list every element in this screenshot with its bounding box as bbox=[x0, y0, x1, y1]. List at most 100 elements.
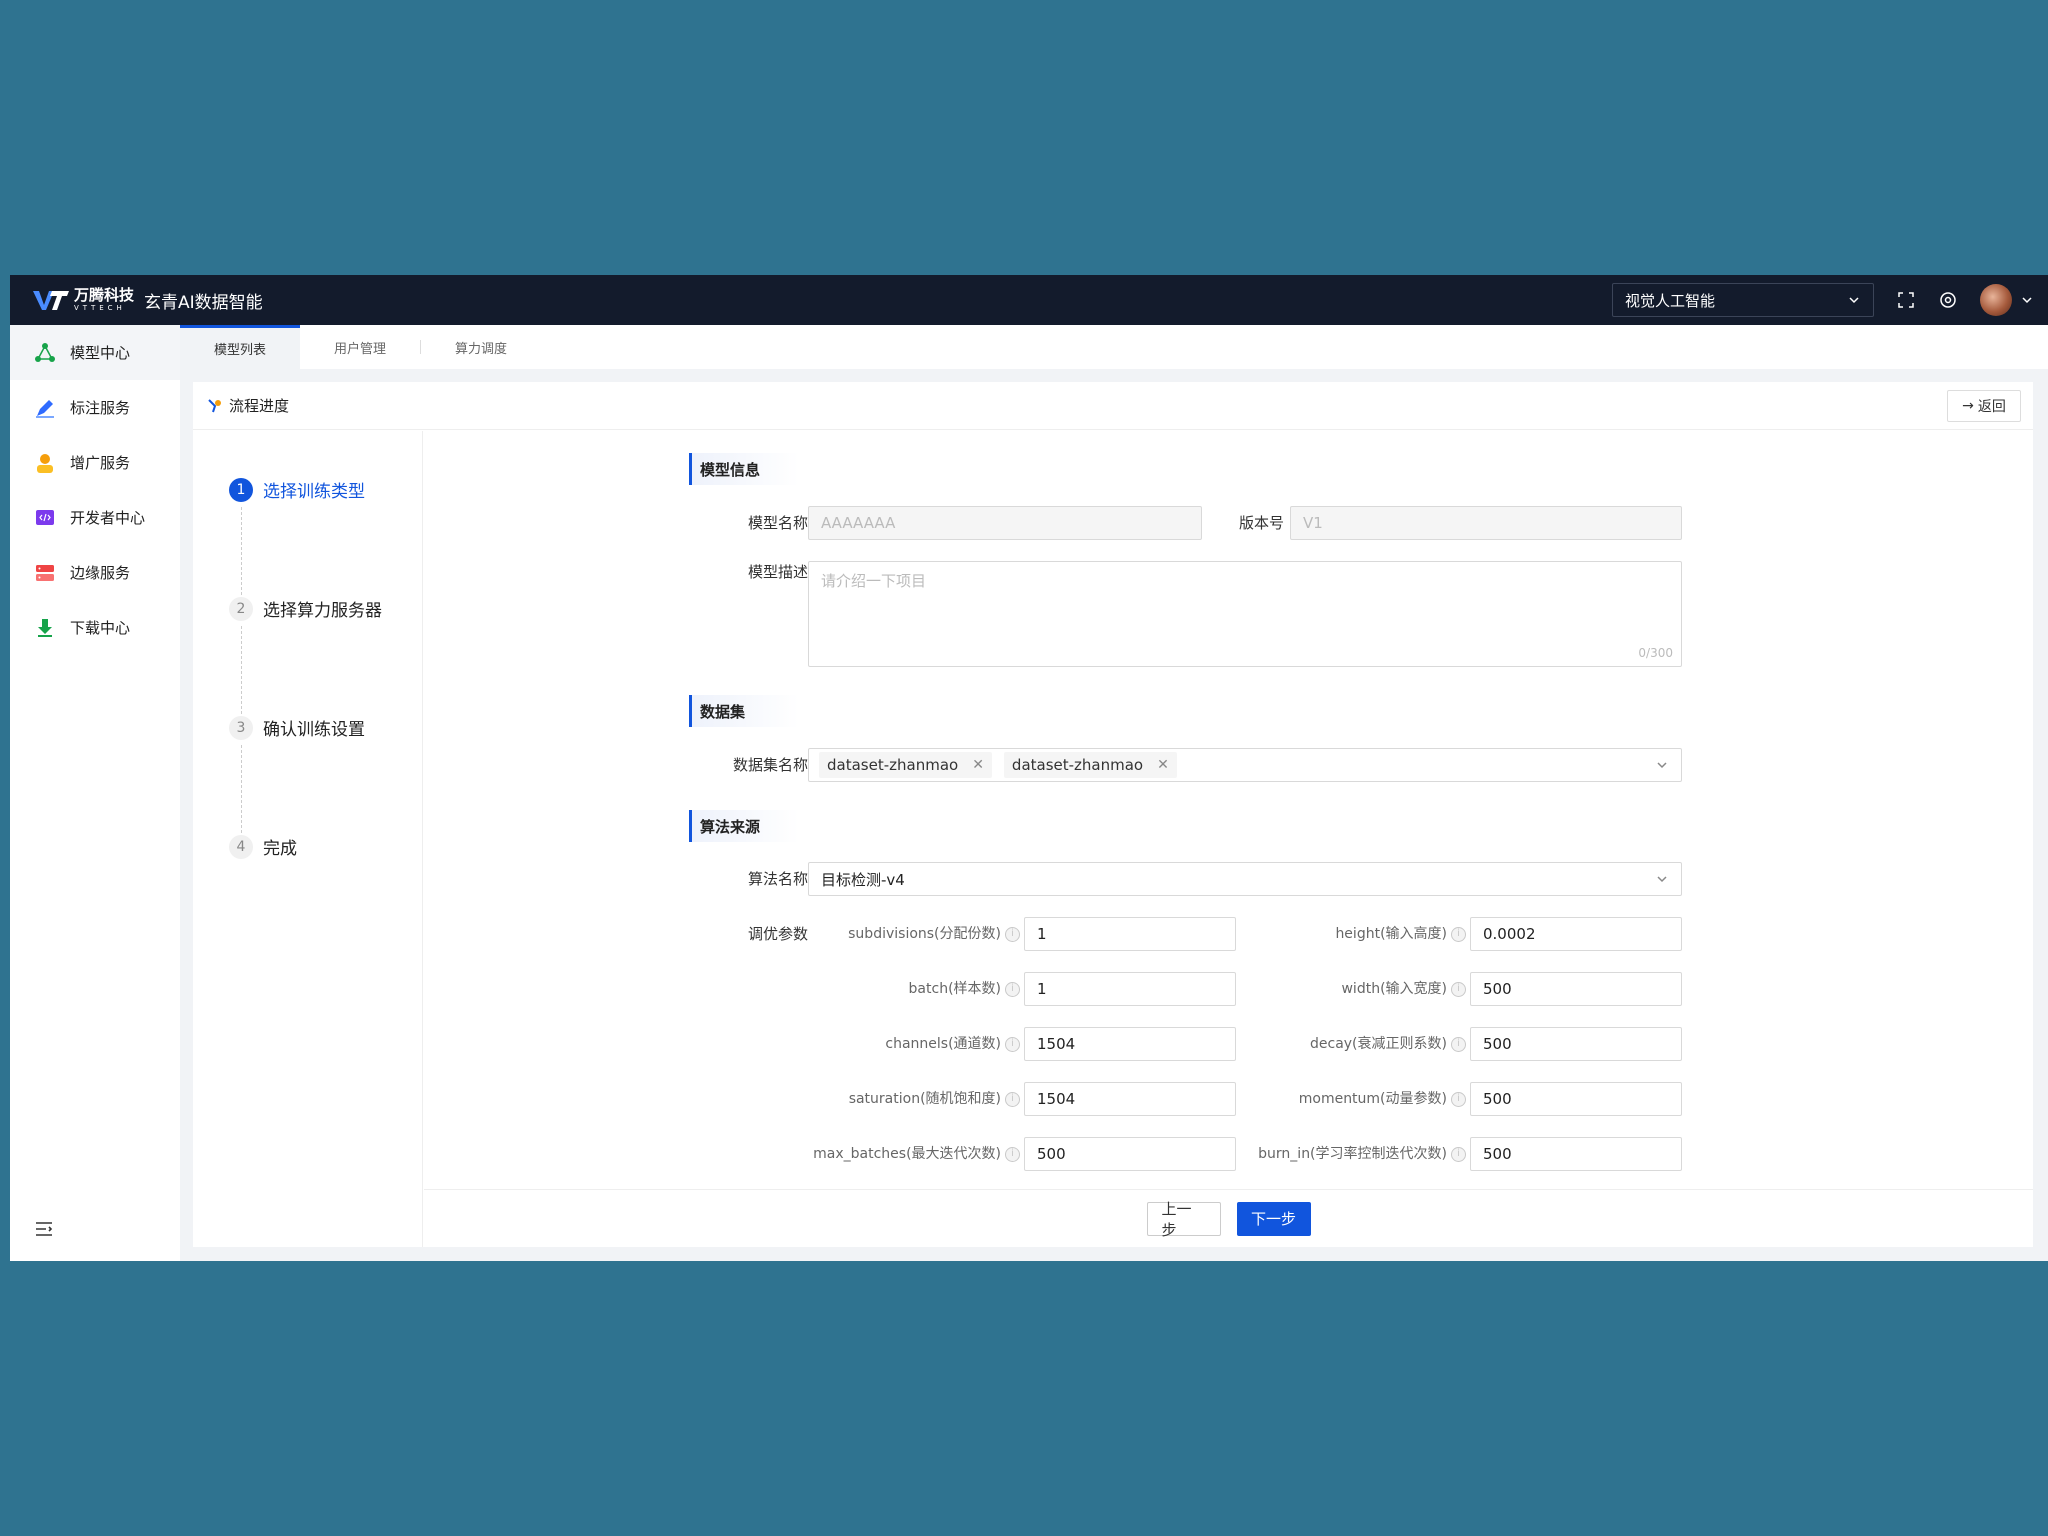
param-label-height: height(输入高度) i bbox=[1224, 917, 1466, 951]
algorithm-select[interactable]: 目标检测-v4 bbox=[808, 862, 1682, 896]
logo-cn: 万腾科技 bbox=[74, 286, 135, 304]
info-icon[interactable]: i bbox=[1005, 1036, 1020, 1052]
tab-user-management[interactable]: 用户管理 bbox=[300, 325, 420, 369]
param-label-text: momentum(动量参数) bbox=[1298, 1091, 1447, 1107]
back-button[interactable]: → 返回 bbox=[1947, 389, 2021, 422]
fullscreen-button[interactable] bbox=[1896, 290, 1916, 310]
info-icon[interactable]: i bbox=[1005, 1091, 1020, 1107]
param-label-text: decay(衰减正则系数) bbox=[1310, 1036, 1447, 1052]
step-2[interactable]: 2 选择算力服务器 bbox=[229, 596, 382, 621]
close-icon[interactable]: ✕ bbox=[972, 757, 984, 773]
prev-step-button[interactable]: 上一步 bbox=[1146, 1200, 1221, 1239]
progress-icon bbox=[208, 398, 221, 412]
sidebar-item-model-center[interactable]: 模型中心 bbox=[10, 325, 180, 380]
param-label-decay: decay(衰减正则系数) i bbox=[1224, 1027, 1466, 1061]
settings-button[interactable] bbox=[1938, 290, 1958, 310]
info-icon[interactable]: i bbox=[1005, 981, 1020, 997]
model-desc-placeholder: 请介绍一下项目 bbox=[821, 572, 927, 590]
sidebar-item-label: 下载中心 bbox=[70, 619, 131, 637]
section-dataset: 数据集 bbox=[689, 695, 799, 727]
info-icon[interactable]: i bbox=[1451, 1146, 1466, 1162]
model-name-input[interactable]: AAAAAAA bbox=[808, 506, 1202, 540]
tab-compute-scheduling[interactable]: 算力调度 bbox=[421, 325, 541, 369]
dataset-multiselect[interactable]: dataset-zhanmao ✕ dataset-zhanmao ✕ bbox=[808, 748, 1682, 782]
app-window: 万腾科技 VTTECH 玄青AI数据智能 视觉人工智能 模型中心 标注服务 增广… bbox=[10, 275, 2048, 1261]
tuning-params-label: 调优参数 bbox=[747, 925, 808, 943]
info-icon[interactable]: i bbox=[1005, 926, 1020, 942]
param-input-burn-in[interactable]: 500 bbox=[1470, 1137, 1682, 1171]
param-input-width[interactable]: 500 bbox=[1470, 972, 1682, 1006]
param-input-height[interactable]: 0.0002 bbox=[1470, 917, 1682, 951]
info-icon[interactable]: i bbox=[1451, 981, 1466, 997]
fullscreen-icon bbox=[1898, 292, 1914, 308]
workspace-select-value: 视觉人工智能 bbox=[1625, 291, 1716, 310]
step-4[interactable]: 4 完成 bbox=[229, 834, 297, 859]
sidebar-item-edge[interactable]: 边缘服务 bbox=[10, 545, 180, 600]
param-input-subdivisions[interactable]: 1 bbox=[1024, 917, 1236, 951]
param-label-momentum: momentum(动量参数) i bbox=[1224, 1082, 1466, 1116]
step-number: 1 bbox=[229, 477, 253, 502]
gear-icon bbox=[1940, 292, 1956, 308]
sidebar-item-label: 增广服务 bbox=[70, 454, 131, 472]
code-window-icon bbox=[36, 509, 54, 525]
tab-model-list[interactable]: 模型列表 bbox=[180, 325, 300, 369]
step-1[interactable]: 1 选择训练类型 bbox=[229, 477, 365, 502]
step-label: 选择算力服务器 bbox=[263, 601, 382, 621]
param-input-channels[interactable]: 1504 bbox=[1024, 1027, 1236, 1061]
param-input-momentum[interactable]: 500 bbox=[1470, 1082, 1682, 1116]
logo-en: VTTECH bbox=[74, 304, 126, 312]
dataset-chip-label: dataset-zhanmao bbox=[827, 756, 959, 774]
step-connector bbox=[241, 626, 242, 714]
chevron-down-icon bbox=[1657, 762, 1667, 769]
param-label-burn-in: burn_in(学习率控制迭代次数) i bbox=[1204, 1137, 1466, 1171]
info-icon[interactable]: i bbox=[1451, 1036, 1466, 1052]
training-form: 模型信息 模型名称 AAAAAAA 版本号 V1 模型描述 请介绍一下项目 0/… bbox=[424, 431, 2033, 1189]
arrow-right-icon: → bbox=[1962, 397, 1974, 414]
param-label-text: max_batches(最大迭代次数) bbox=[813, 1146, 1001, 1162]
param-label-text: channels(通道数) bbox=[885, 1036, 1001, 1052]
info-icon[interactable]: i bbox=[1005, 1146, 1020, 1162]
collapse-menu-icon[interactable] bbox=[34, 1219, 54, 1239]
info-icon[interactable]: i bbox=[1451, 1091, 1466, 1107]
model-desc-textarea[interactable]: 请介绍一下项目 0/300 bbox=[808, 561, 1682, 667]
version-label: 版本号 bbox=[1238, 514, 1284, 532]
param-input-decay[interactable]: 500 bbox=[1470, 1027, 1682, 1061]
content-card: 流程进度 → 返回 1 选择训练类型 2 选择算力服务器 3 确认训练设置 4 … bbox=[193, 382, 2033, 1247]
sidebar-item-annotation[interactable]: 标注服务 bbox=[10, 380, 180, 435]
brand-logo[interactable]: 万腾科技 VTTECH bbox=[32, 288, 134, 312]
sidebar-item-label: 边缘服务 bbox=[70, 564, 131, 582]
param-input-saturation[interactable]: 1504 bbox=[1024, 1082, 1236, 1116]
step-label: 选择训练类型 bbox=[263, 482, 365, 502]
step-number: 4 bbox=[229, 834, 253, 859]
sidebar-item-augmentation[interactable]: 增广服务 bbox=[10, 435, 180, 490]
model-desc-label: 模型描述 bbox=[747, 563, 808, 581]
chevron-down-icon[interactable] bbox=[2020, 293, 2034, 307]
step-number: 2 bbox=[229, 596, 253, 621]
annotate-pen-icon bbox=[36, 399, 54, 418]
info-icon[interactable]: i bbox=[1451, 926, 1466, 942]
sidebar-item-developer[interactable]: 开发者中心 bbox=[10, 490, 180, 545]
close-icon[interactable]: ✕ bbox=[1157, 757, 1169, 773]
step-3[interactable]: 3 确认训练设置 bbox=[229, 715, 365, 740]
step-list: 1 选择训练类型 2 选择算力服务器 3 确认训练设置 4 完成 bbox=[193, 431, 423, 1247]
next-step-button[interactable]: 下一步 bbox=[1236, 1201, 1311, 1236]
version-input[interactable]: V1 bbox=[1290, 506, 1682, 540]
step-label: 确认训练设置 bbox=[263, 720, 365, 740]
param-label-text: height(输入高度) bbox=[1335, 926, 1447, 942]
sidebar-item-label: 开发者中心 bbox=[70, 509, 146, 527]
top-bar: 万腾科技 VTTECH 玄青AI数据智能 视觉人工智能 bbox=[10, 275, 2048, 325]
back-button-label: 返回 bbox=[1977, 398, 2006, 415]
param-input-batch[interactable]: 1 bbox=[1024, 972, 1236, 1006]
dataset-chip: dataset-zhanmao ✕ bbox=[1003, 752, 1177, 778]
sidebar-item-download[interactable]: 下载中心 bbox=[10, 600, 180, 655]
param-label-text: width(输入宽度) bbox=[1341, 981, 1447, 997]
param-label-saturation: saturation(随机饱和度) i bbox=[814, 1082, 1020, 1116]
logo-text: 万腾科技 VTTECH bbox=[74, 288, 134, 312]
workspace-select[interactable]: 视觉人工智能 bbox=[1612, 283, 1874, 317]
model-network-icon bbox=[35, 342, 55, 362]
section-algorithm: 算法来源 bbox=[689, 810, 799, 842]
param-label-text: saturation(随机饱和度) bbox=[848, 1091, 1001, 1107]
sidebar: 模型中心 标注服务 增广服务 开发者中心 边缘服务 下载中心 bbox=[10, 325, 180, 1261]
param-label-max-batches: max_batches(最大迭代次数) i bbox=[764, 1137, 1020, 1171]
user-avatar[interactable] bbox=[1980, 284, 2012, 316]
